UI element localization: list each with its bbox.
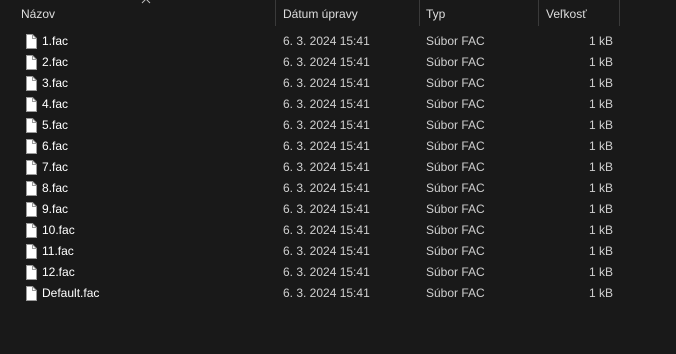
- column-header-date[interactable]: Dátum úpravy: [283, 0, 420, 28]
- file-icon: [26, 265, 37, 280]
- file-name: 12.fac: [42, 265, 75, 279]
- file-icon: [26, 286, 37, 301]
- file-date-modified: 6. 3. 2024 15:41: [283, 55, 370, 69]
- file-icon: [26, 160, 37, 175]
- column-divider[interactable]: [538, 0, 539, 26]
- file-type: Súbor FAC: [426, 34, 485, 48]
- column-header-size[interactable]: Veľkosť: [546, 0, 619, 28]
- file-size: 1 kB: [588, 139, 613, 153]
- file-icon: [26, 118, 37, 133]
- file-date-modified: 6. 3. 2024 15:41: [283, 286, 370, 300]
- file-name: 7.fac: [42, 160, 69, 174]
- file-row[interactable]: 5.fac 6. 3. 2024 15:41 Súbor FAC 1 kB: [0, 115, 676, 136]
- file-date-modified: 6. 3. 2024 15:41: [283, 118, 370, 132]
- file-row[interactable]: 6.fac 6. 3. 2024 15:41 Súbor FAC 1 kB: [0, 136, 676, 157]
- column-header-type[interactable]: Typ: [426, 0, 538, 28]
- file-icon: [26, 139, 37, 154]
- file-size: 1 kB: [588, 34, 613, 48]
- file-date-modified: 6. 3. 2024 15:41: [283, 223, 370, 237]
- file-name: 10.fac: [42, 223, 75, 237]
- file-icon: [26, 76, 37, 91]
- file-row[interactable]: 10.fac 6. 3. 2024 15:41 Súbor FAC 1 kB: [0, 220, 676, 241]
- file-row[interactable]: 9.fac 6. 3. 2024 15:41 Súbor FAC 1 kB: [0, 199, 676, 220]
- column-header-bar: Názov Dátum úpravy Typ Veľkosť: [0, 0, 676, 28]
- file-row[interactable]: Default.fac 6. 3. 2024 15:41 Súbor FAC 1 kB: [0, 283, 676, 304]
- file-type: Súbor FAC: [426, 76, 485, 90]
- file-size: 1 kB: [588, 286, 613, 300]
- file-name: 4.fac: [42, 97, 69, 111]
- file-size: 1 kB: [588, 160, 613, 174]
- file-type: Súbor FAC: [426, 286, 485, 300]
- file-type: Súbor FAC: [426, 244, 485, 258]
- file-type: Súbor FAC: [426, 265, 485, 279]
- file-date-modified: 6. 3. 2024 15:41: [283, 97, 370, 111]
- file-name: 9.fac: [42, 202, 69, 216]
- file-size: 1 kB: [588, 97, 613, 111]
- file-row[interactable]: 8.fac 6. 3. 2024 15:41 Súbor FAC 1 kB: [0, 178, 676, 199]
- file-name: 3.fac: [42, 76, 69, 90]
- file-row[interactable]: 4.fac 6. 3. 2024 15:41 Súbor FAC 1 kB: [0, 94, 676, 115]
- file-size: 1 kB: [588, 55, 613, 69]
- file-size: 1 kB: [588, 244, 613, 258]
- file-icon: [26, 202, 37, 217]
- column-header-name[interactable]: Názov: [21, 0, 275, 28]
- file-date-modified: 6. 3. 2024 15:41: [283, 160, 370, 174]
- file-type: Súbor FAC: [426, 202, 485, 216]
- file-date-modified: 6. 3. 2024 15:41: [283, 244, 370, 258]
- file-row[interactable]: 12.fac 6. 3. 2024 15:41 Súbor FAC 1 kB: [0, 262, 676, 283]
- file-size: 1 kB: [588, 181, 613, 195]
- file-list: 1.fac 6. 3. 2024 15:41 Súbor FAC 1 kB 2.fac 6…: [0, 31, 676, 304]
- file-size: 1 kB: [588, 223, 613, 237]
- file-type: Súbor FAC: [426, 55, 485, 69]
- file-date-modified: 6. 3. 2024 15:41: [283, 202, 370, 216]
- file-date-modified: 6. 3. 2024 15:41: [283, 34, 370, 48]
- file-icon: [26, 181, 37, 196]
- file-type: Súbor FAC: [426, 181, 485, 195]
- file-row[interactable]: 3.fac 6. 3. 2024 15:41 Súbor FAC 1 kB: [0, 73, 676, 94]
- file-explorer-details-view: Názov Dátum úpravy Typ Veľkosť 1.fac 6. 3…: [0, 0, 676, 354]
- file-name: Default.fac: [42, 286, 100, 300]
- column-divider[interactable]: [619, 0, 620, 26]
- file-row[interactable]: 11.fac 6. 3. 2024 15:41 Súbor FAC 1 kB: [0, 241, 676, 262]
- file-date-modified: 6. 3. 2024 15:41: [283, 181, 370, 195]
- file-row[interactable]: 2.fac 6. 3. 2024 15:41 Súbor FAC 1 kB: [0, 52, 676, 73]
- file-size: 1 kB: [588, 265, 613, 279]
- file-date-modified: 6. 3. 2024 15:41: [283, 265, 370, 279]
- file-name: 2.fac: [42, 55, 69, 69]
- file-name: 8.fac: [42, 181, 69, 195]
- file-icon: [26, 34, 37, 49]
- column-divider[interactable]: [419, 0, 420, 26]
- column-divider[interactable]: [275, 0, 276, 26]
- file-type: Súbor FAC: [426, 97, 485, 111]
- file-icon: [26, 244, 37, 259]
- file-icon: [26, 97, 37, 112]
- file-type: Súbor FAC: [426, 223, 485, 237]
- file-type: Súbor FAC: [426, 160, 485, 174]
- file-date-modified: 6. 3. 2024 15:41: [283, 139, 370, 153]
- file-name: 6.fac: [42, 139, 69, 153]
- file-size: 1 kB: [588, 118, 613, 132]
- file-size: 1 kB: [588, 202, 613, 216]
- file-icon: [26, 223, 37, 238]
- file-date-modified: 6. 3. 2024 15:41: [283, 76, 370, 90]
- file-row[interactable]: 1.fac 6. 3. 2024 15:41 Súbor FAC 1 kB: [0, 31, 676, 52]
- file-type: Súbor FAC: [426, 118, 485, 132]
- file-row[interactable]: 7.fac 6. 3. 2024 15:41 Súbor FAC 1 kB: [0, 157, 676, 178]
- file-type: Súbor FAC: [426, 139, 485, 153]
- file-name: 5.fac: [42, 118, 69, 132]
- file-name: 1.fac: [42, 34, 69, 48]
- file-size: 1 kB: [588, 76, 613, 90]
- file-icon: [26, 55, 37, 70]
- file-name: 11.fac: [42, 244, 74, 258]
